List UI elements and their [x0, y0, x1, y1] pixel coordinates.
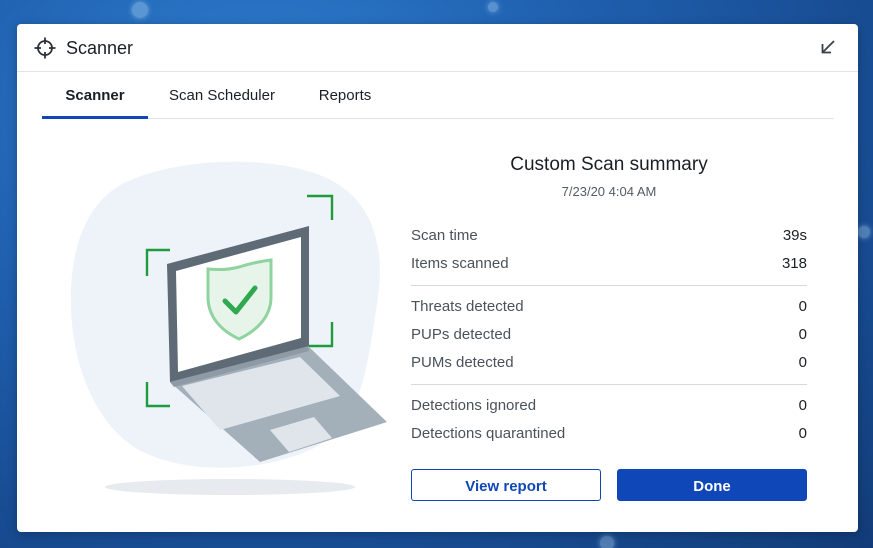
- scanner-window: Scanner Scanner Scan Scheduler Reports C…: [17, 24, 858, 532]
- background-dot: [600, 536, 614, 548]
- row-value: 39s: [782, 227, 807, 244]
- view-report-button[interactable]: View report: [411, 469, 601, 501]
- row-label: Scan time: [411, 227, 478, 244]
- row-label: Detections ignored: [411, 397, 537, 414]
- summary-row-pups-detected: PUPs detected 0: [411, 321, 807, 349]
- background-dot: [858, 226, 870, 238]
- divider: [411, 285, 807, 286]
- background-dot: [132, 2, 148, 18]
- summary-date: 7/23/20 4:04 AM: [561, 184, 657, 199]
- row-value: 0: [798, 425, 807, 442]
- row-value: 0: [798, 298, 807, 315]
- summary-rows: Scan time 39s Items scanned 318 Threats …: [411, 222, 807, 448]
- tab-reports[interactable]: Reports: [310, 72, 380, 118]
- arrow-down-left-icon[interactable]: [820, 39, 836, 55]
- row-label: PUPs detected: [411, 326, 512, 343]
- summary-row-detections-ignored: Detections ignored 0: [411, 392, 807, 420]
- summary-row-items-scanned: Items scanned 318: [411, 250, 807, 278]
- tab-label: Scan Scheduler: [169, 87, 275, 104]
- window-title: Scanner: [66, 38, 134, 58]
- tab-label: Scanner: [65, 87, 125, 104]
- row-value: 318: [781, 255, 807, 272]
- row-label: PUMs detected: [411, 354, 514, 371]
- row-label: Threats detected: [411, 298, 524, 315]
- divider: [411, 384, 807, 385]
- summary-title: Custom Scan summary: [510, 154, 708, 175]
- laptop-shield-check-icon: [70, 161, 387, 495]
- summary-row-detections-quarantined: Detections quarantined 0: [411, 420, 807, 448]
- row-value: 0: [798, 326, 807, 343]
- crosshair-icon: [34, 37, 56, 59]
- row-label: Detections quarantined: [411, 425, 566, 442]
- summary-row-pums-detected: PUMs detected 0: [411, 349, 807, 377]
- row-label: Items scanned: [411, 255, 509, 272]
- scan-summary: Custom Scan summary 7/23/20 4:04 AM Scan…: [411, 152, 807, 442]
- tab-label: Reports: [318, 87, 372, 104]
- summary-row-threats-detected: Threats detected 0: [411, 293, 807, 321]
- title-bar: Scanner: [17, 24, 858, 72]
- background-dot: [488, 2, 498, 12]
- tab-bar: Scanner Scan Scheduler Reports: [42, 72, 834, 119]
- summary-row-scan-time: Scan time 39s: [411, 222, 807, 250]
- tab-scan-scheduler[interactable]: Scan Scheduler: [162, 72, 282, 118]
- row-value: 0: [798, 354, 807, 371]
- tab-scanner[interactable]: Scanner: [42, 72, 148, 119]
- row-value: 0: [798, 397, 807, 414]
- done-button[interactable]: Done: [617, 469, 807, 501]
